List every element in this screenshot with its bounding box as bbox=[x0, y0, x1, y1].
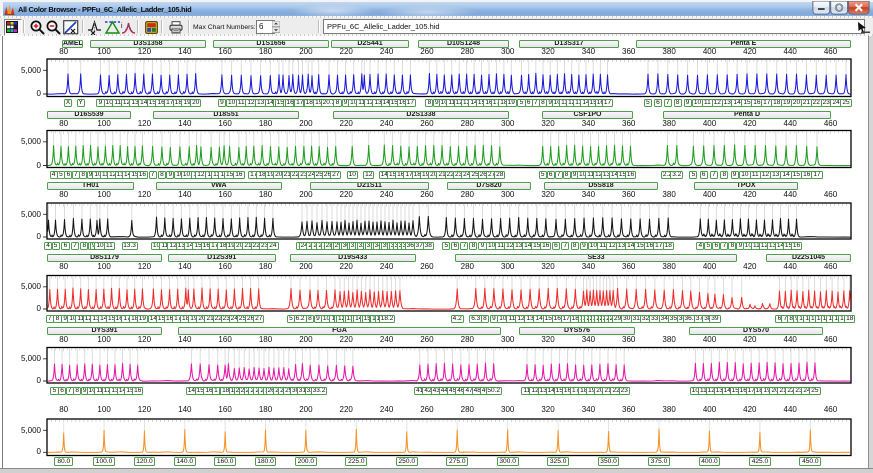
svg-text:i: i bbox=[121, 23, 123, 30]
